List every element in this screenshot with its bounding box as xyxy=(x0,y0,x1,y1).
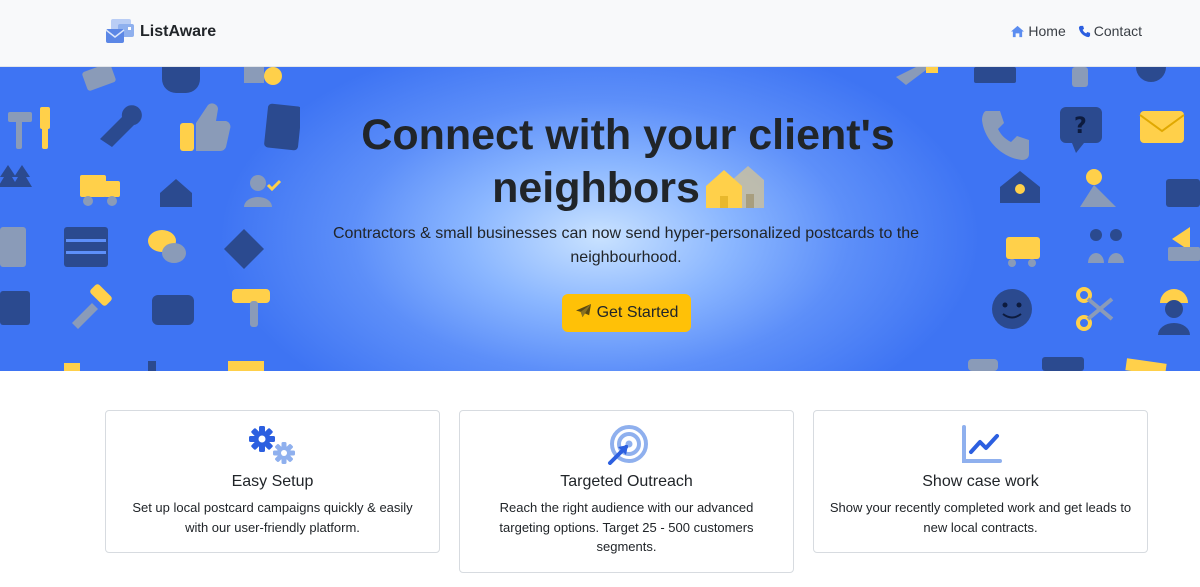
get-started-label: Get Started xyxy=(596,304,679,321)
decorative-icon-pattern-left xyxy=(0,67,300,371)
get-started-button[interactable]: Get Started xyxy=(562,294,691,332)
hero-title-line-2-text: neighbors xyxy=(492,164,700,212)
hero-title: Connect with your client's neighbors xyxy=(300,109,956,221)
feature-title: Targeted Outreach xyxy=(560,473,693,490)
nav-link-home-label: Home xyxy=(1028,23,1066,39)
bullseye-arrow-icon xyxy=(607,425,648,465)
hero-subtitle: Contractors & small businesses can now s… xyxy=(332,225,920,266)
feature-text: Set up local postcard campaigns quickly … xyxy=(132,500,413,535)
chart-line-icon xyxy=(961,425,1002,463)
paper-plane-icon xyxy=(575,303,592,323)
feature-card-show-case-work: Show case work Show your recently comple… xyxy=(813,410,1148,553)
navbar: ListAware Home Contact xyxy=(0,0,1200,67)
brand-name: ListAware xyxy=(140,23,217,40)
feature-card-targeted-outreach: Targeted Outreach Reach the right audien… xyxy=(459,410,794,573)
feature-card-easy-setup: Easy Setup Set up local postcard campaig… xyxy=(105,410,440,553)
envelope-logo-icon xyxy=(105,18,134,46)
feature-title: Easy Setup xyxy=(231,473,314,490)
hero-title-line-2: neighbors xyxy=(300,162,956,221)
house-icon xyxy=(705,164,764,221)
phone-icon xyxy=(1078,25,1091,38)
nav-link-home[interactable]: Home xyxy=(1010,23,1066,39)
nav-link-contact-label: Contact xyxy=(1093,23,1142,39)
gears-icon xyxy=(248,426,295,464)
brand[interactable]: ListAware xyxy=(105,18,217,46)
hero-title-line-1: Connect with your client's xyxy=(361,111,895,159)
feature-title: Show case work xyxy=(922,473,1039,490)
nav-link-contact[interactable]: Contact xyxy=(1078,23,1142,39)
svg-text:?: ? xyxy=(1074,114,1087,139)
feature-text: Reach the right audience with our advanc… xyxy=(499,500,754,554)
home-icon xyxy=(1010,25,1025,38)
feature-text: Show your recently completed work and ge… xyxy=(829,500,1132,535)
nav-links: Home Contact xyxy=(1010,23,1142,39)
hero-banner: ? Connect with your client's neighbors C… xyxy=(0,67,1200,371)
